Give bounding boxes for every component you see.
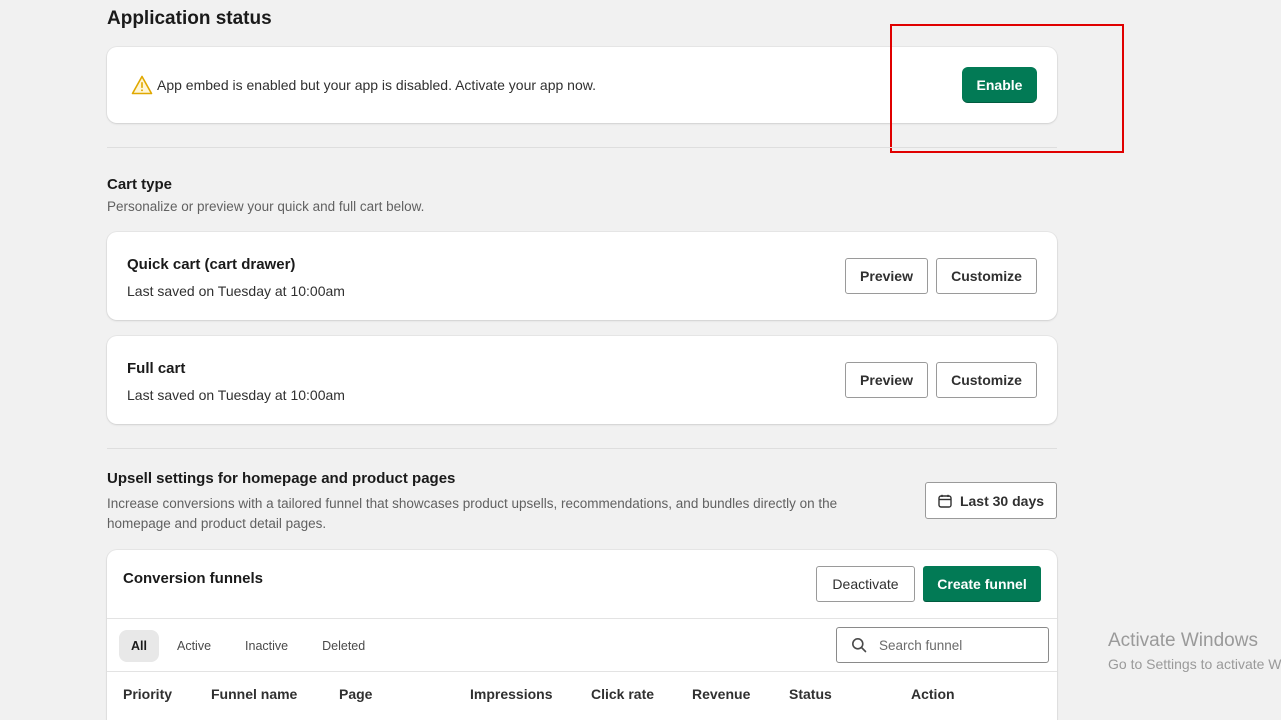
column-header-funnel-name: Funnel name [211,686,298,702]
tab-inactive[interactable]: Inactive [229,630,304,662]
warning-icon [131,75,153,95]
full-cart-card: Full cart Last saved on Tuesday at 10:00… [107,336,1057,424]
deactivate-button[interactable]: Deactivate [816,566,915,602]
tab-all[interactable]: All [119,630,159,662]
date-range-label: Last 30 days [959,492,1045,509]
column-header-page: Page [339,686,373,702]
full-cart-customize-button[interactable]: Customize [936,362,1037,398]
column-header-status: Status [789,686,832,702]
highlight-box [890,24,1124,153]
section-divider [107,448,1057,449]
quick-cart-preview-button[interactable]: Preview [845,258,928,294]
quick-cart-card: Quick cart (cart drawer) Last saved on T… [107,232,1057,320]
conversion-funnels-title: Conversion funnels [123,570,264,587]
card-divider [107,618,1057,619]
quick-cart-title: Quick cart (cart drawer) [127,256,296,273]
page: Application status App embed is enabled … [0,0,1281,720]
conversion-funnels-card: Conversion funnels Deactivate Create fun… [107,550,1057,720]
app-status-message: App embed is enabled but your app is dis… [157,77,596,93]
search-funnel-field[interactable] [836,627,1049,663]
column-header-revenue: Revenue [692,686,751,702]
search-icon [852,638,867,653]
column-header-click-rate: Click rate [591,686,655,702]
upsell-description-line2: homepage and product detail pages. [107,516,327,531]
quick-cart-customize-button[interactable]: Customize [936,258,1037,294]
section-divider [107,147,1057,148]
date-range-button[interactable]: Last 30 days [925,482,1057,519]
funnel-tabs: All Active Inactive Deleted [119,630,381,662]
search-funnel-input[interactable] [879,637,1029,653]
full-cart-saved: Last saved on Tuesday at 10:00am [127,387,345,403]
tab-active[interactable]: Active [161,630,227,662]
tab-deleted[interactable]: Deleted [306,630,381,662]
quick-cart-saved: Last saved on Tuesday at 10:00am [127,283,345,299]
cart-type-title: Cart type [107,176,173,193]
windows-watermark-subtitle: Go to Settings to activate Windows. [1108,656,1281,672]
column-header-impressions: Impressions [470,686,553,702]
windows-watermark-title: Activate Windows [1108,630,1258,651]
card-divider [107,671,1057,672]
upsell-description-line1: Increase conversions with a tailored fun… [107,496,838,511]
column-header-priority: Priority [123,686,173,702]
calendar-icon [938,494,952,508]
application-status-heading: Application status [107,8,272,29]
cart-type-subtitle: Personalize or preview your quick and fu… [107,199,425,214]
full-cart-preview-button[interactable]: Preview [845,362,928,398]
column-header-action: Action [911,686,955,702]
upsell-title: Upsell settings for homepage and product… [107,470,456,487]
create-funnel-button[interactable]: Create funnel [923,566,1041,602]
full-cart-title: Full cart [127,360,186,377]
